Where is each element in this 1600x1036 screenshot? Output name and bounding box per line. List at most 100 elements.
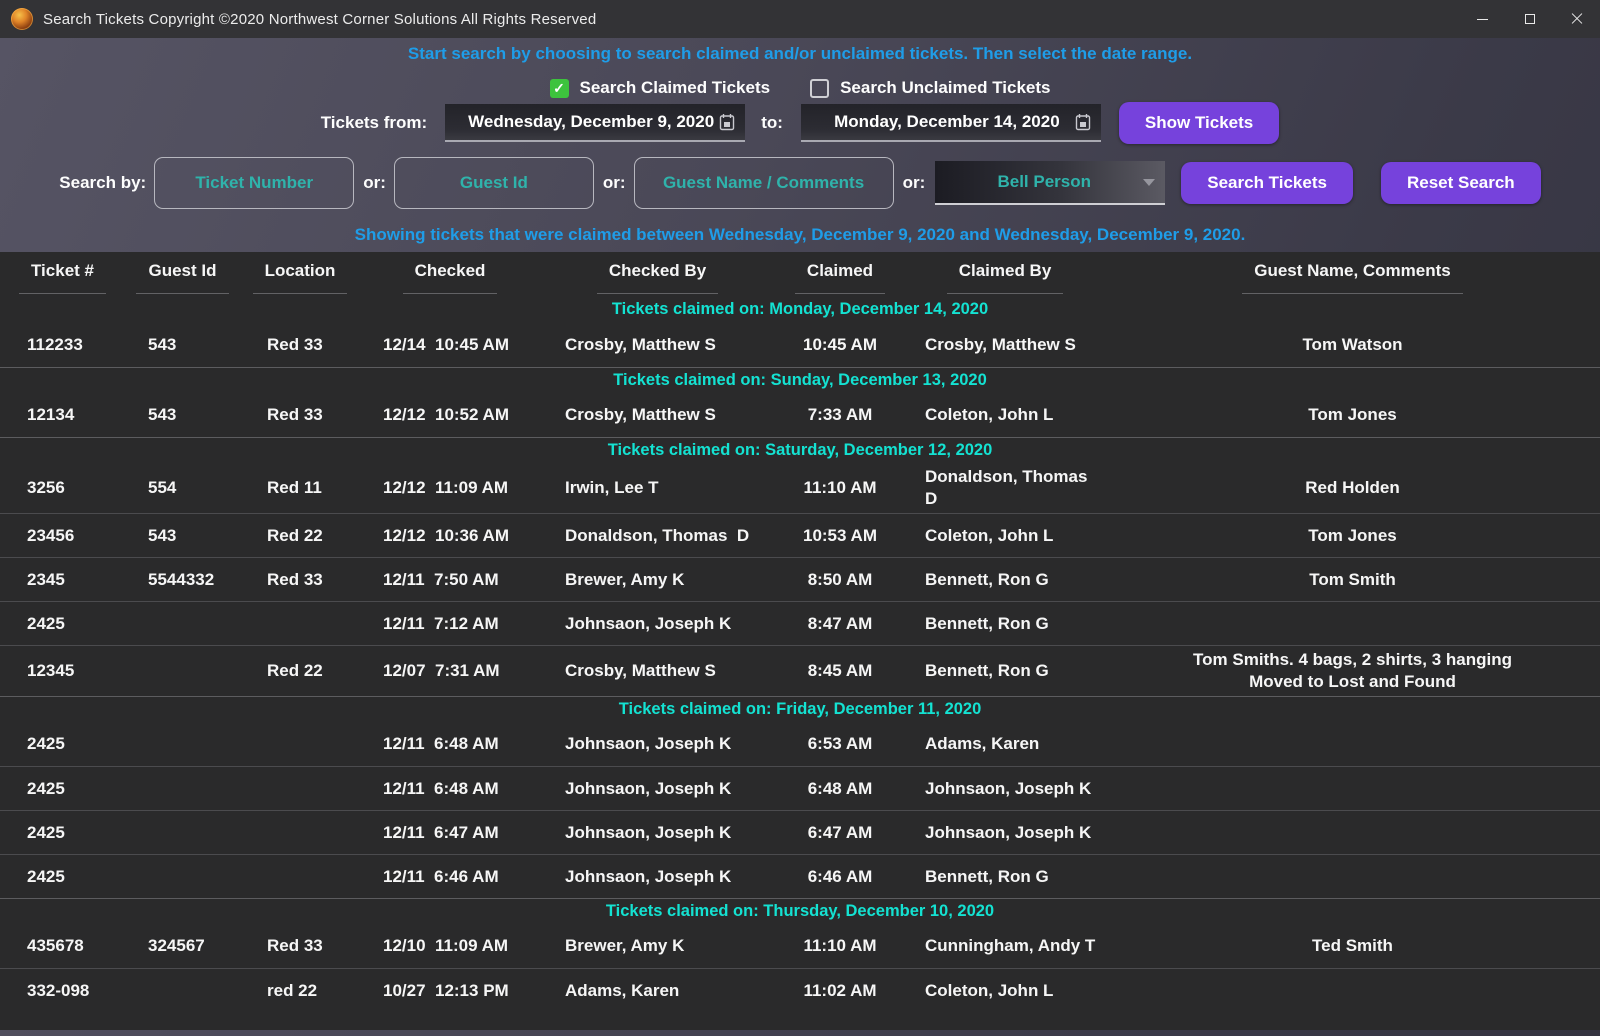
chevron-down-icon [1143,179,1155,186]
show-tickets-button[interactable]: Show Tickets [1119,102,1279,144]
cell-guest-id: 324567 [125,935,240,957]
cell-checked-by: Donaldson, Thomas D [540,525,775,547]
cell-claimed-by: Donaldson, Thomas D [905,466,1105,510]
cell-checked-by: Brewer, Amy K [540,935,775,957]
cell-claimed: 10:53 AM [775,525,905,547]
cell-ticket-number: 2345 [0,569,125,591]
search-tickets-button[interactable]: Search Tickets [1181,162,1353,204]
cell-ticket-number: 3256 [0,477,125,499]
cell-claimed-by: Adams, Karen [905,733,1105,755]
search-by-label: Search by: [59,173,146,193]
cell-ticket-number: 332-098 [0,980,125,1002]
window-controls [1459,0,1600,38]
unclaimed-checkbox-label: Search Unclaimed Tickets [840,78,1050,98]
maximize-icon [1525,14,1535,24]
cell-location: Red 33 [240,334,360,356]
group-date-header: Tickets claimed on: Saturday, December 1… [0,437,1600,463]
date-to-picker[interactable]: Monday, December 14, 2020 [801,104,1101,142]
cell-claimed: 6:53 AM [775,733,905,755]
table-row[interactable]: 23456543Red 2212/12 10:36 AMDonaldson, T… [0,513,1600,557]
table-row[interactable]: 12345Red 2212/07 7:31 AMCrosby, Matthew … [0,645,1600,696]
instruction-text: Start search by choosing to search claim… [0,41,1600,67]
cell-guest-id: 543 [125,525,240,547]
cell-guest-id: 543 [125,334,240,356]
ticket-group: Tickets claimed on: Monday, December 14,… [0,297,1600,367]
cell-checked-by: Johnsaon, Joseph K [540,778,775,800]
guest-id-input[interactable] [394,157,594,209]
cell-claimed: 11:02 AM [775,980,905,1002]
maximize-button[interactable] [1506,0,1553,38]
group-date-header: Tickets claimed on: Monday, December 14,… [0,297,1600,323]
table-header-row: Ticket # Guest Id Location Checked Check… [0,252,1600,297]
cell-claimed-by: Cunningham, Andy T [905,935,1105,957]
cell-ticket-number: 23456 [0,525,125,547]
reset-search-button[interactable]: Reset Search [1381,162,1541,204]
date-from-value: Wednesday, December 9, 2020 [467,112,715,132]
guest-name-comments-input[interactable] [634,157,894,209]
cell-guest-id: 5544332 [125,569,240,591]
table-row[interactable]: 242512/11 6:47 AMJohnsaon, Joseph K6:47 … [0,810,1600,854]
calendar-icon[interactable] [1075,113,1091,131]
bell-person-dropdown[interactable]: Bell Person [935,161,1165,205]
date-from-picker[interactable]: Wednesday, December 9, 2020 [445,104,745,142]
cell-ticket-number: 2425 [0,778,125,800]
results-status-text: Showing tickets that were claimed betwee… [0,222,1600,248]
cell-checked: 12/10 11:09 AM [360,935,540,957]
search-unclaimed-checkbox[interactable]: Search Unclaimed Tickets [810,78,1050,98]
cell-claimed-by: Johnsaon, Joseph K [905,778,1105,800]
cell-guest-name-comments: Ted Smith [1105,935,1600,957]
table-row[interactable]: 242512/11 7:12 AMJohnsaon, Joseph K8:47 … [0,601,1600,645]
cell-guest-id: 543 [125,404,240,426]
column-header-checked: Checked [360,261,540,294]
cell-checked-by: Irwin, Lee T [540,477,775,499]
date-range-row: Tickets from: Wednesday, December 9, 202… [0,101,1600,145]
table-row[interactable]: 112233543Red 3312/14 10:45 AMCrosby, Mat… [0,323,1600,367]
table-row[interactable]: 242512/11 6:48 AMJohnsaon, Joseph K6:48 … [0,766,1600,810]
cell-ticket-number: 12345 [0,660,125,682]
cell-claimed: 6:46 AM [775,866,905,888]
table-row[interactable]: 435678324567Red 3312/10 11:09 AMBrewer, … [0,924,1600,968]
cell-guest-name-comments: Tom Smiths. 4 bags, 2 shirts, 3 hanging … [1105,649,1600,693]
calendar-icon[interactable] [719,113,735,131]
cell-guest-name-comments: Red Holden [1105,477,1600,499]
cell-checked-by: Crosby, Matthew S [540,660,775,682]
cell-checked: 12/12 10:52 AM [360,404,540,426]
cell-checked-by: Crosby, Matthew S [540,404,775,426]
or-label: or: [903,173,926,193]
cell-ticket-number: 2425 [0,822,125,844]
table-row[interactable]: 332-098red 2210/27 12:13 PMAdams, Karen1… [0,968,1600,1012]
table-row[interactable]: 23455544332Red 3312/11 7:50 AMBrewer, Am… [0,557,1600,601]
cell-ticket-number: 2425 [0,613,125,635]
cell-checked: 12/14 10:45 AM [360,334,540,356]
cell-claimed-by: Bennett, Ron G [905,569,1105,591]
table-row[interactable]: 3256554Red 1112/12 11:09 AMIrwin, Lee T1… [0,463,1600,513]
close-button[interactable] [1553,0,1600,38]
cell-location: Red 33 [240,569,360,591]
cell-checked: 12/11 6:47 AM [360,822,540,844]
minimize-button[interactable] [1459,0,1506,38]
cell-checked: 12/07 7:31 AM [360,660,540,682]
cell-checked: 12/11 6:46 AM [360,866,540,888]
search-panel: Start search by choosing to search claim… [0,38,1600,248]
cell-claimed: 11:10 AM [775,935,905,957]
cell-claimed: 6:48 AM [775,778,905,800]
checkbox-unchecked-icon [810,79,829,98]
bell-person-value: Bell Person [945,172,1143,192]
cell-checked-by: Johnsaon, Joseph K [540,613,775,635]
cell-guest-name-comments: Tom Smith [1105,569,1600,591]
cell-claimed-by: Bennett, Ron G [905,866,1105,888]
table-row[interactable]: 242512/11 6:48 AMJohnsaon, Joseph K6:53 … [0,722,1600,766]
cell-claimed: 10:45 AM [775,334,905,356]
table-row[interactable]: 242512/11 6:46 AMJohnsaon, Joseph K6:46 … [0,854,1600,898]
ticket-group: Tickets claimed on: Thursday, December 1… [0,898,1600,1012]
cell-claimed-by: Coleton, John L [905,404,1105,426]
column-header-guest-name-comments: Guest Name, Comments [1105,261,1600,294]
ticket-number-input[interactable] [154,157,354,209]
claimed-checkbox-label: Search Claimed Tickets [580,78,771,98]
table-row[interactable]: 12134543Red 3312/12 10:52 AMCrosby, Matt… [0,393,1600,437]
cell-checked-by: Johnsaon, Joseph K [540,822,775,844]
column-header-ticket-number: Ticket # [0,261,125,294]
cell-checked: 10/27 12:13 PM [360,980,540,1002]
search-claimed-checkbox[interactable]: ✓ Search Claimed Tickets [550,78,771,98]
app-icon [11,8,33,30]
